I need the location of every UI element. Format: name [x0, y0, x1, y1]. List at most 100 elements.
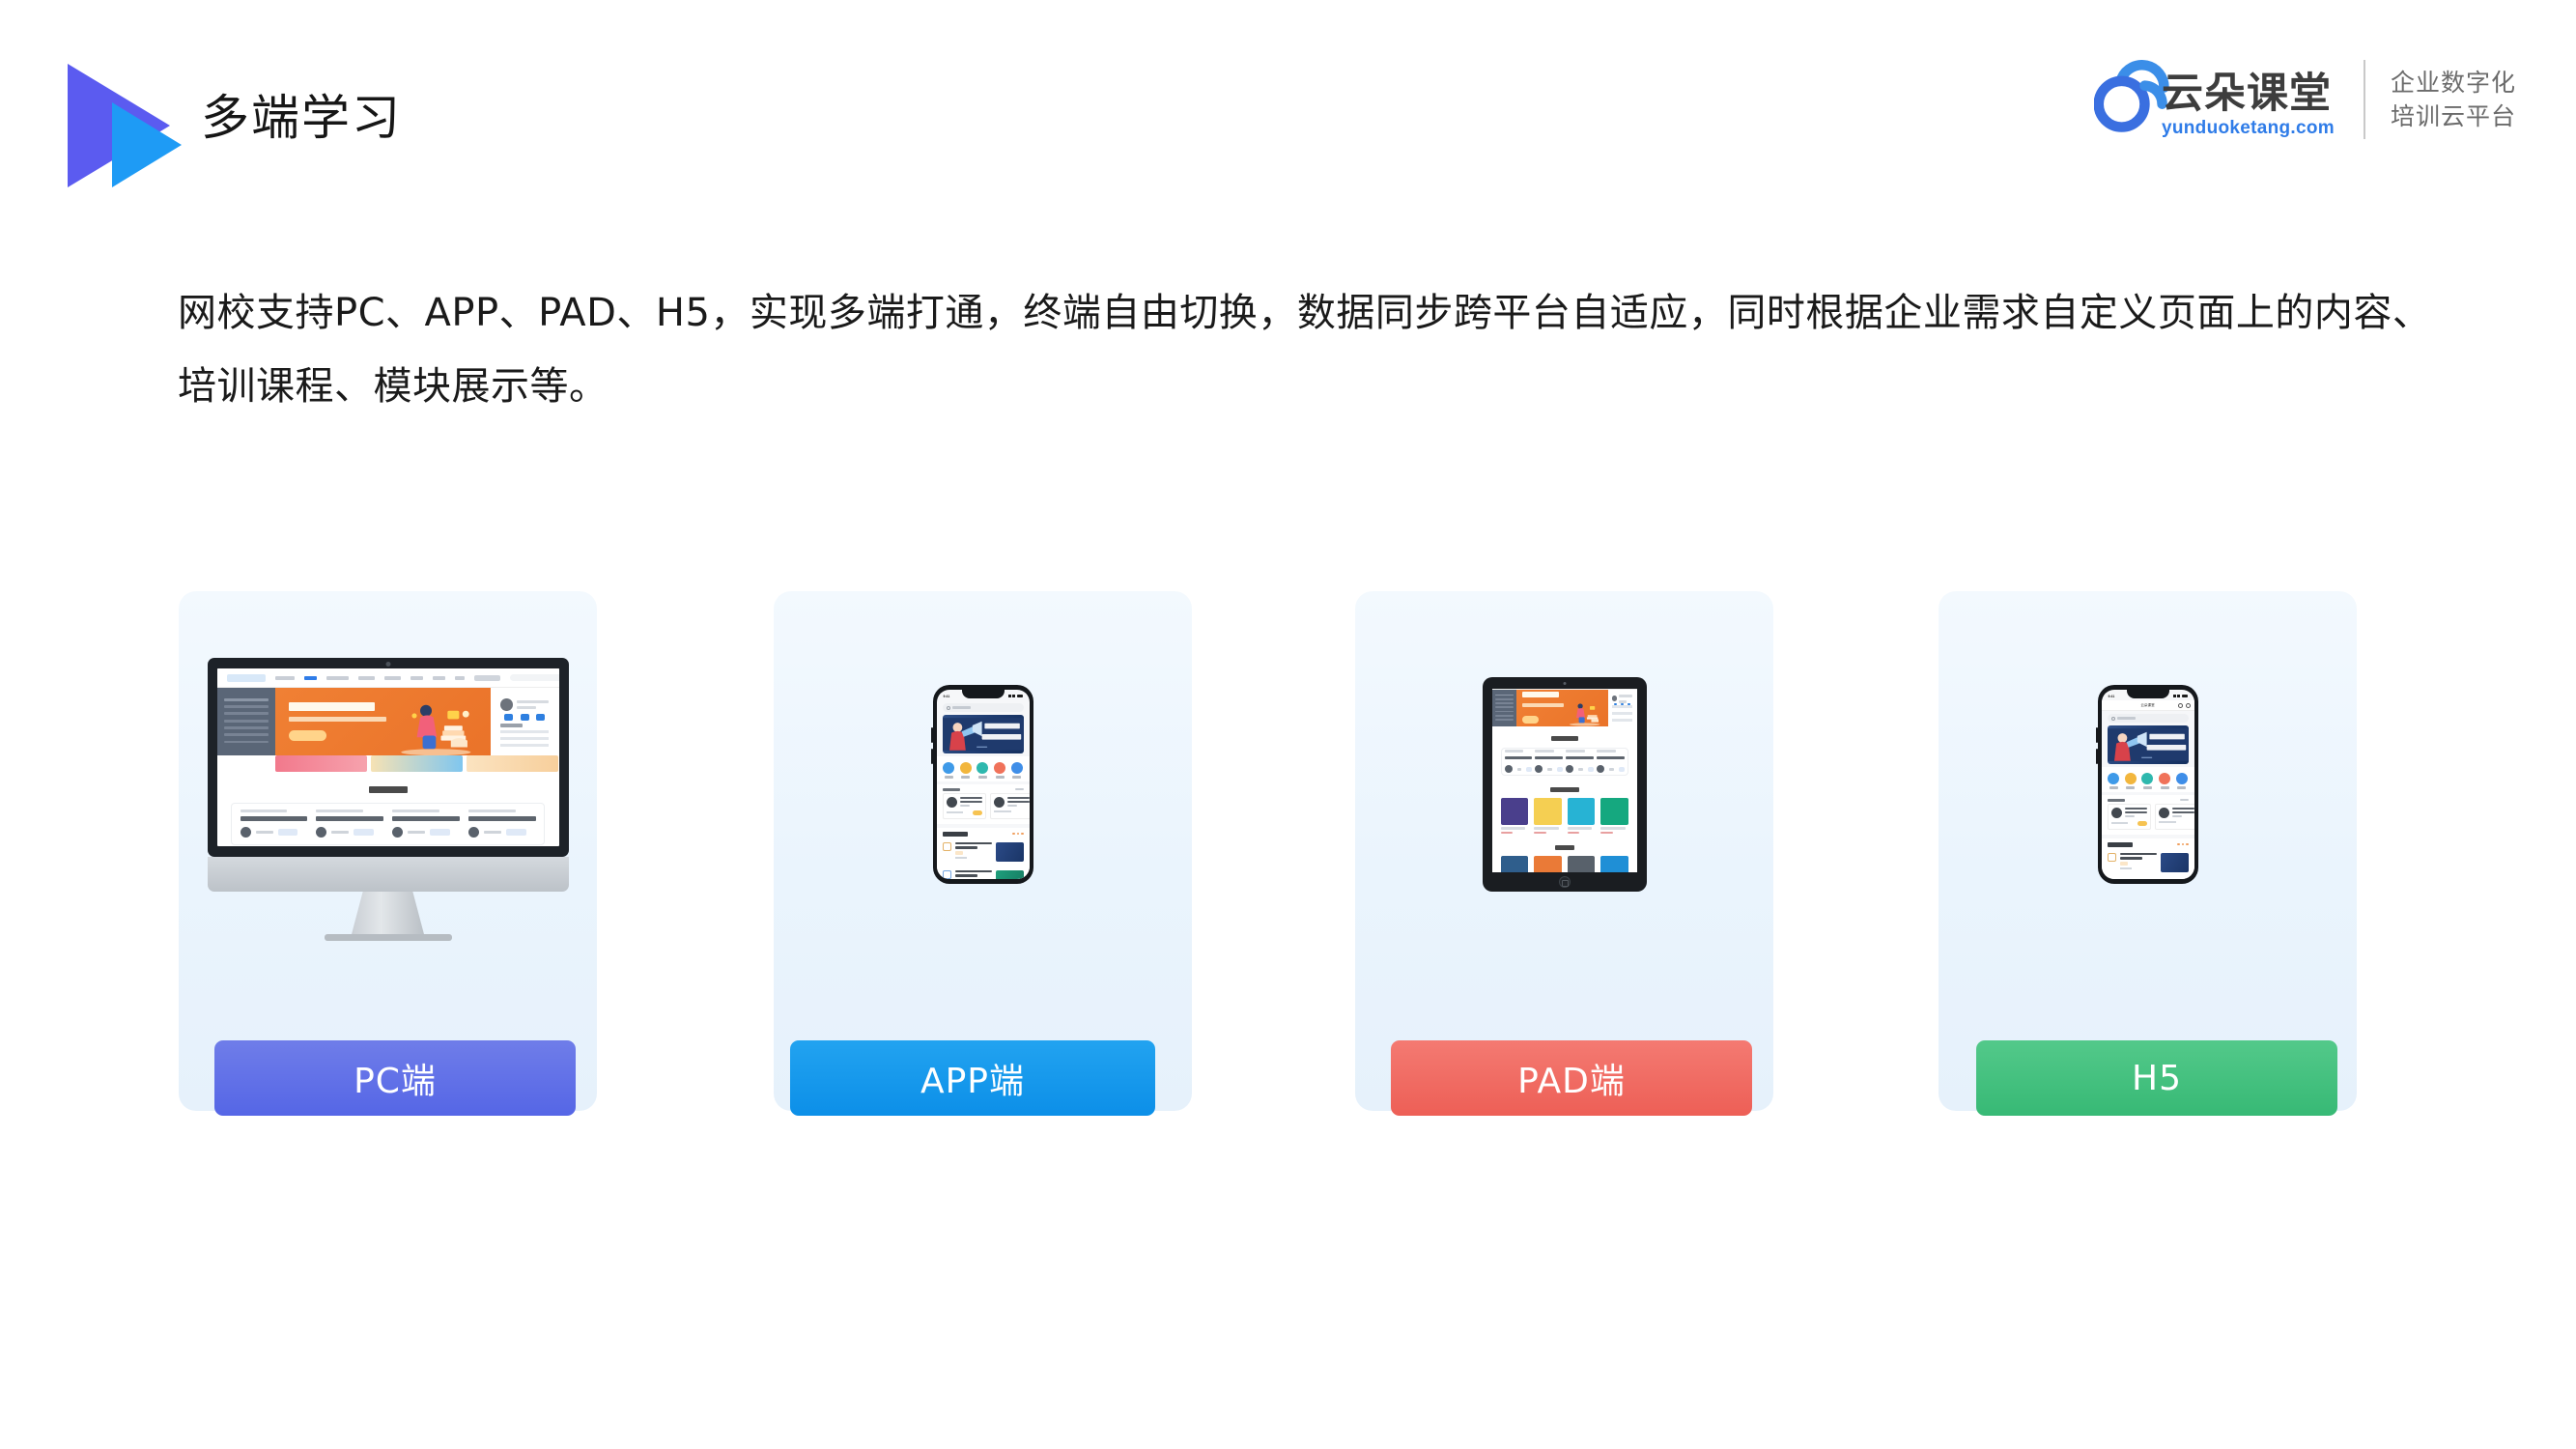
section-header-recommend — [2101, 838, 2194, 849]
material-icon — [1010, 762, 1023, 774]
category-item[interactable] — [2175, 773, 2188, 789]
app-banner[interactable] — [942, 715, 1024, 753]
search-input[interactable] — [2107, 714, 2189, 723]
description-text: 网校支持PC、APP、PAD、H5，实现多端打通，终端自由切换，数据同步跨平台自… — [178, 291, 2432, 409]
material-icon — [2175, 773, 2188, 784]
promo-banners — [217, 755, 559, 772]
card-pc[interactable] — [179, 591, 597, 1111]
course-item — [392, 810, 460, 838]
imac-monitor — [207, 658, 569, 941]
course-item — [1597, 750, 1625, 774]
ipad-device — [1482, 677, 1647, 892]
device-preview-pad — [1355, 591, 1773, 978]
play-triangles-icon — [56, 56, 182, 191]
card-h5[interactable]: 9:41 云朵课堂 — [1939, 591, 2357, 1111]
grid-card[interactable] — [1600, 856, 1628, 872]
site-sidebar — [1491, 690, 1516, 726]
recommend-grid — [1500, 798, 1628, 835]
course-thumbnail — [995, 869, 1024, 879]
course-card[interactable] — [2107, 803, 2151, 830]
brand-logo: 云朵课堂 yunduoketang.com 企业数字化 培训云平台 — [2094, 46, 2516, 153]
category-item[interactable] — [959, 762, 972, 779]
label-button-h5[interactable]: H5 — [1976, 1040, 2337, 1116]
iphone-device: 9:41 — [931, 685, 1033, 884]
iphone-browser-device: 9:41 云朵课堂 — [2096, 685, 2198, 884]
nav-item — [358, 675, 376, 680]
grid-card[interactable] — [1500, 798, 1528, 835]
search-placeholder — [2116, 717, 2137, 720]
search-input[interactable] — [942, 703, 1024, 712]
monitor-stand — [351, 892, 425, 936]
close-circle-icon[interactable] — [2185, 702, 2191, 708]
category-item[interactable] — [977, 762, 989, 779]
nav-item — [326, 675, 350, 680]
live-icon — [994, 762, 1006, 774]
carousel-dots-icon — [2177, 842, 2189, 846]
public-course-list — [2101, 803, 2194, 835]
browser-title-bar: 云朵课堂 — [2101, 700, 2194, 711]
grid-card[interactable] — [1567, 798, 1595, 835]
hero-illustration — [401, 704, 471, 756]
favorite-icon — [977, 762, 989, 774]
grid-card[interactable] — [1534, 856, 1562, 872]
section-header-public — [2101, 794, 2194, 804]
category-item[interactable] — [2124, 773, 2137, 789]
search-placeholder — [951, 706, 972, 709]
category-item[interactable] — [2141, 773, 2154, 789]
label-button-app[interactable]: APP端 — [790, 1040, 1155, 1116]
grid-card[interactable] — [1567, 856, 1595, 872]
category-item[interactable] — [2159, 773, 2171, 789]
site-right-panel — [1607, 690, 1637, 726]
category-item[interactable] — [1010, 762, 1023, 779]
course-card[interactable] — [942, 792, 986, 819]
phone-notch — [961, 690, 1005, 698]
course-card[interactable] — [2154, 803, 2194, 830]
slide-root: 多端学习 云朵课堂 yunduoketang.com 企业数字化 培训云平台 网… — [0, 0, 2576, 1449]
category-item[interactable] — [994, 762, 1006, 779]
recommend-item[interactable] — [2107, 849, 2189, 872]
hero-banner — [1516, 690, 1608, 726]
section-title-public-courses — [217, 772, 559, 803]
recommend-item[interactable] — [2108, 877, 2189, 880]
course-pack-icon — [2124, 773, 2137, 784]
course-pack-icon — [959, 762, 972, 774]
grid-card[interactable] — [1534, 798, 1562, 835]
page-title: 多端学习 — [201, 90, 402, 146]
label-button-pc[interactable]: PC端 — [214, 1040, 576, 1116]
nav-item — [275, 675, 295, 680]
category-item[interactable] — [2108, 773, 2120, 789]
header: 多端学习 云朵课堂 yunduoketang.com 企业数字化 培训云平台 — [0, 0, 2576, 187]
grid-card[interactable] — [1600, 798, 1628, 835]
home-button[interactable] — [1558, 876, 1571, 888]
banner-illustration — [2107, 728, 2189, 761]
course-item — [1535, 750, 1563, 774]
h5-banner[interactable] — [2107, 725, 2189, 764]
status-icons — [1007, 695, 1023, 697]
recommend-course-list — [936, 838, 1030, 879]
label-button-pad[interactable]: PAD端 — [1391, 1040, 1752, 1116]
course-thumbnail — [995, 841, 1024, 862]
clock-icon — [942, 869, 951, 879]
category-icons-row — [2101, 767, 2194, 792]
course-item — [1566, 750, 1594, 774]
device-preview-h5: 9:41 云朵课堂 — [1939, 591, 2357, 978]
card-pad[interactable] — [1355, 591, 1773, 1111]
course-card[interactable] — [989, 792, 1030, 819]
hero-banner — [274, 688, 491, 756]
recommend-course-list — [2101, 848, 2194, 880]
recommend-item[interactable] — [942, 838, 1024, 862]
card-app[interactable]: 9:41 — [774, 591, 1192, 1111]
more-dots-icon[interactable] — [2178, 702, 2183, 708]
category-item[interactable] — [943, 762, 955, 779]
brand-name: 云朵课堂 — [2162, 69, 2332, 118]
avatar — [993, 796, 1005, 808]
banner-illustration — [942, 718, 1024, 751]
promo-banner — [371, 755, 464, 772]
course-item — [1504, 750, 1532, 774]
course-item — [316, 810, 383, 838]
course-item — [240, 810, 308, 838]
recommend-item[interactable] — [942, 867, 1024, 879]
grid-card[interactable] — [1500, 856, 1528, 872]
course-thumbnail — [2160, 852, 2189, 872]
monitor-chin — [207, 857, 569, 892]
